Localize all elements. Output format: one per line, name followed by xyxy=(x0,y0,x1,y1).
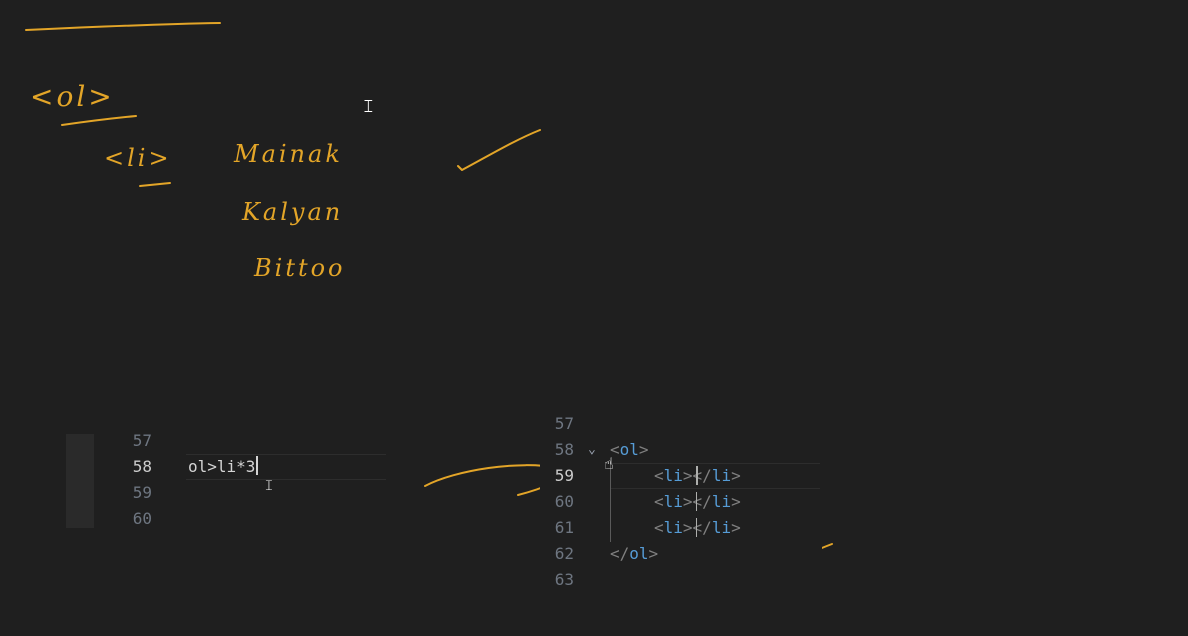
code-line-li[interactable]: <li></li> xyxy=(654,515,741,541)
tag-bracket: > xyxy=(648,544,659,563)
multi-cursor xyxy=(696,492,697,511)
text-caret xyxy=(256,456,259,475)
tag-bracket: > xyxy=(731,492,741,511)
sketch-name-1: Mainak xyxy=(234,140,343,168)
tag-name: li xyxy=(711,518,732,537)
tag-bracket: > xyxy=(682,492,693,511)
line-number: 59 xyxy=(132,483,152,502)
line-number: 58 xyxy=(554,440,574,459)
ink-top-line xyxy=(25,22,221,31)
ink-ol-underline xyxy=(61,115,137,126)
tag-bracket: > xyxy=(731,466,741,485)
line-number: 60 xyxy=(132,509,152,528)
multi-cursor xyxy=(696,518,697,537)
editor-expanded-output[interactable]: 57 58 59 60 61 62 63 ⌄ <ol> <li></li> <l… xyxy=(540,410,822,589)
tag-name: li xyxy=(663,492,683,511)
ink-li-underline xyxy=(139,182,171,187)
sketch-li-tag: <li> xyxy=(104,144,172,172)
line-number: 63 xyxy=(554,570,574,589)
tag-name: li xyxy=(663,466,683,485)
mouse-ibeam-icon: 𝙸 xyxy=(264,478,274,494)
tag-bracket: </ xyxy=(610,544,630,563)
tag-bracket: < xyxy=(654,466,664,485)
multi-cursor xyxy=(696,466,698,485)
editor-gutter xyxy=(66,434,94,528)
tag-bracket: < xyxy=(654,518,664,537)
line-number-active: 58 xyxy=(132,457,152,476)
tag-bracket: > xyxy=(682,518,693,537)
line-number-active: 59 xyxy=(554,466,574,485)
hand-pointer-icon: ☝ xyxy=(604,454,614,473)
tag-bracket: > xyxy=(731,518,741,537)
editor-emmet-input[interactable]: 57 58 59 60 ol>li*3 xyxy=(66,431,388,528)
line-number: 57 xyxy=(554,414,574,433)
tag-bracket: > xyxy=(682,466,693,485)
emmet-abbreviation-line[interactable]: ol>li*3 xyxy=(188,454,259,480)
code-line-ol-close[interactable]: </ol> xyxy=(610,541,658,567)
tag-bracket: > xyxy=(638,440,649,459)
text-cursor-icon: 𝙸 xyxy=(362,96,375,117)
line-number: 57 xyxy=(132,431,152,450)
sketch-ol-tag: <ol> xyxy=(30,80,115,113)
tag-bracket: < xyxy=(654,492,664,511)
line-number: 62 xyxy=(554,544,574,563)
code-line-li[interactable]: <li></li> xyxy=(654,489,741,515)
tag-name: ol xyxy=(619,440,639,459)
tag-name: ol xyxy=(629,544,649,563)
line-number: 61 xyxy=(554,518,574,537)
sketch-name-3: Bittoo xyxy=(254,254,346,282)
chevron-down-icon[interactable]: ⌄ xyxy=(588,437,596,463)
code-line-ol-open[interactable]: <ol> xyxy=(610,437,649,463)
tag-name: li xyxy=(711,492,732,511)
indent-guide xyxy=(610,462,611,542)
ink-checkmark-top xyxy=(457,129,541,171)
sketch-name-2: Kalyan xyxy=(242,198,344,226)
tag-name: li xyxy=(663,518,683,537)
line-number: 60 xyxy=(554,492,574,511)
tag-name: li xyxy=(711,466,732,485)
emmet-abbreviation: ol>li*3 xyxy=(188,457,256,476)
